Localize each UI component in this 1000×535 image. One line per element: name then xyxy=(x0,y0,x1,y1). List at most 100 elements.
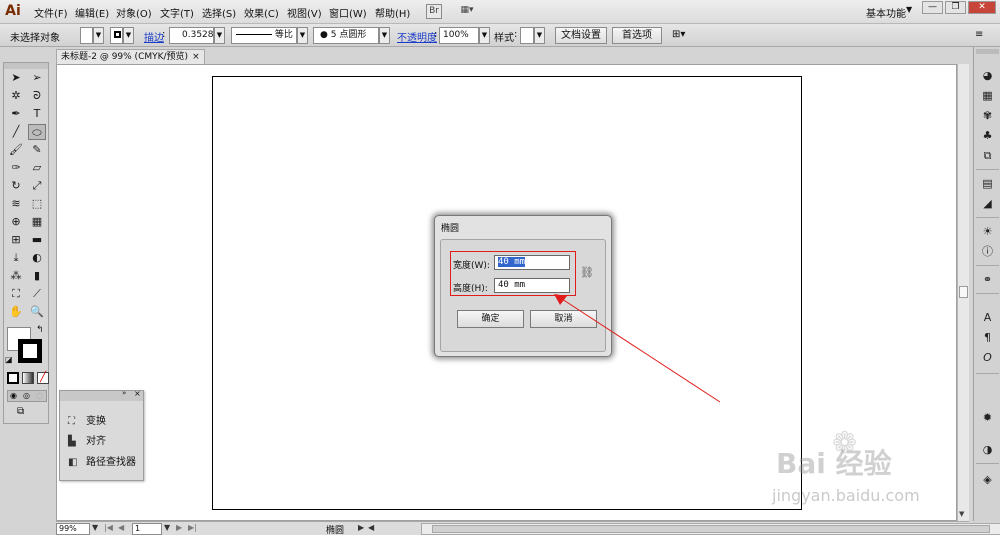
horizontal-scroll-thumb[interactable] xyxy=(432,525,990,533)
color-panel-icon[interactable]: ✹ xyxy=(978,409,997,426)
symbol-sprayer-tool-icon[interactable]: ⁂ xyxy=(7,268,25,284)
profile-dropdown[interactable]: ▼ xyxy=(297,27,308,44)
swap-fill-stroke-icon[interactable]: ↰ xyxy=(36,325,44,335)
artboard-dropdown-icon[interactable]: ▼ xyxy=(164,523,170,532)
close-panel-icon[interactable]: × xyxy=(134,389,141,398)
gradient-mode-icon[interactable] xyxy=(22,372,34,384)
artboard-tool-icon[interactable]: ⛶ xyxy=(7,286,25,302)
stroke-panel-link[interactable]: 描边 xyxy=(144,29,164,44)
width-tool-icon[interactable]: ≋ xyxy=(7,196,25,212)
symbols-icon[interactable]: ♣ xyxy=(978,127,997,144)
stroke-dropdown[interactable]: ▼ xyxy=(123,27,134,44)
stroke-weight-dropdown[interactable]: ▼ xyxy=(214,27,225,44)
workspace-switcher[interactable]: 基本功能 xyxy=(866,5,906,20)
lasso-tool-icon[interactable]: ᘐ xyxy=(28,88,46,104)
arrange-documents-button[interactable]: ▦▾ xyxy=(456,4,478,19)
info-icon[interactable]: ⓘ xyxy=(978,243,997,260)
chevron-down-icon[interactable]: ▼ xyxy=(906,5,912,14)
shape-builder-tool-icon[interactable]: ⊕ xyxy=(7,214,25,230)
first-artboard-icon[interactable]: |◀ xyxy=(104,523,113,532)
layers-icon[interactable]: ◈ xyxy=(978,471,997,488)
cancel-button[interactable]: 取消 xyxy=(530,310,597,328)
menu-help[interactable]: 帮助(H) xyxy=(375,5,410,20)
color-mode-icon[interactable] xyxy=(7,372,19,384)
stroke-panel-icon[interactable]: ▤ xyxy=(978,175,997,192)
menu-view[interactable]: 视图(V) xyxy=(287,5,322,20)
isolate-object-icon[interactable]: ⊞▾ xyxy=(672,29,685,40)
color-guide-icon[interactable]: ◕ xyxy=(978,67,997,84)
document-setup-button[interactable]: 文档设置 xyxy=(555,27,607,44)
brushes-icon[interactable]: ✾ xyxy=(978,107,997,124)
swatches-icon[interactable]: ▦ xyxy=(978,87,997,104)
none-mode-icon[interactable]: ╱ xyxy=(37,372,49,384)
paintbrush-tool-icon[interactable]: 🖌 xyxy=(7,142,25,158)
column-graph-tool-icon[interactable]: ▮ xyxy=(28,268,46,284)
vertical-scroll-thumb[interactable] xyxy=(959,286,968,298)
previous-artboard-icon[interactable]: ◀ xyxy=(118,523,124,532)
menu-effect[interactable]: 效果(C) xyxy=(244,5,279,20)
floating-panel-header[interactable]: » × xyxy=(60,389,143,401)
ok-button[interactable]: 确定 xyxy=(457,310,524,328)
line-tool-icon[interactable]: ╱ xyxy=(7,124,25,140)
preferences-button[interactable]: 首选项 xyxy=(612,27,662,44)
opacity-panel-link[interactable]: 不透明度 xyxy=(397,29,437,44)
bridge-button[interactable]: Br xyxy=(426,4,442,19)
artboard-number-field[interactable]: 1 xyxy=(132,523,162,535)
hand-tool-icon[interactable]: ✋ xyxy=(7,304,25,320)
ellipse-tool-icon[interactable]: ⬭ xyxy=(28,124,46,140)
variable-width-profile[interactable]: 等比 xyxy=(231,27,297,44)
restore-button[interactable]: ❐ xyxy=(945,1,966,14)
selection-tool-icon[interactable]: ➤ xyxy=(7,70,25,86)
character-icon[interactable]: A xyxy=(978,309,997,326)
align-panel-item[interactable]: ▙ 对齐 xyxy=(68,432,106,447)
slice-tool-icon[interactable]: ⟋ xyxy=(28,286,46,302)
transform-panel-item[interactable]: ⛶ 变换 xyxy=(68,412,106,427)
brush-definition[interactable]: ● 5 点圆形 xyxy=(313,27,379,44)
brush-dropdown[interactable]: ▼ xyxy=(379,27,390,44)
pathfinder-panel-item[interactable]: ◧ 路径查找器 xyxy=(68,453,136,468)
next-artboard-icon[interactable]: ▶ xyxy=(176,523,182,532)
draw-behind-icon[interactable]: ◎ xyxy=(23,391,30,400)
collapse-icon[interactable]: » xyxy=(122,389,126,397)
zoom-tool-icon[interactable]: 🔍 xyxy=(28,304,46,320)
fill-swatch[interactable] xyxy=(80,27,93,44)
fill-dropdown[interactable]: ▼ xyxy=(93,27,104,44)
free-transform-tool-icon[interactable]: ⬚ xyxy=(28,196,46,212)
stroke-color-swatch[interactable] xyxy=(18,339,42,363)
magic-wand-tool-icon[interactable]: ✲ xyxy=(7,88,25,104)
perspective-grid-tool-icon[interactable]: ▦ xyxy=(28,214,46,230)
eraser-tool-icon[interactable]: ▱ xyxy=(28,160,46,176)
menu-edit[interactable]: 编辑(E) xyxy=(75,5,109,20)
close-window-button[interactable]: ✕ xyxy=(968,1,996,14)
panel-menu-icon[interactable]: ≡ xyxy=(975,29,983,40)
menu-file[interactable]: 文件(F) xyxy=(34,5,68,20)
links-icon[interactable]: ⚭ xyxy=(978,271,997,288)
stroke-swatch[interactable] xyxy=(110,27,123,44)
last-artboard-icon[interactable]: ▶| xyxy=(188,523,197,532)
screen-mode-icon[interactable]: ⧉ xyxy=(17,406,24,417)
opentype-icon[interactable]: O xyxy=(978,349,997,366)
draw-inside-icon[interactable]: ◌ xyxy=(36,391,43,400)
transparency-icon[interactable]: ◑ xyxy=(978,441,997,458)
blend-tool-icon[interactable]: ◐ xyxy=(28,250,46,266)
tools-panel-header[interactable] xyxy=(4,63,48,69)
pen-tool-icon[interactable]: ✒ xyxy=(7,106,25,122)
horizontal-scrollbar[interactable] xyxy=(421,523,1000,535)
opacity-dropdown[interactable]: ▼ xyxy=(479,27,490,44)
stroke-weight-field[interactable]: 0.3528 xyxy=(169,27,214,44)
pencil-tool-icon[interactable]: ✎ xyxy=(28,142,46,158)
minimize-button[interactable]: — xyxy=(922,1,943,14)
menu-type[interactable]: 文字(T) xyxy=(160,5,194,20)
status-menu-icon[interactable]: ▶ xyxy=(358,523,364,532)
appearance-icon[interactable]: ☀ xyxy=(978,223,997,240)
blob-brush-tool-icon[interactable]: ✑ xyxy=(7,160,25,176)
scroll-left-icon[interactable]: ◀ xyxy=(368,523,374,532)
menu-select[interactable]: 选择(S) xyxy=(202,5,236,20)
artboards-icon[interactable]: ⧉ xyxy=(978,147,997,164)
default-fill-stroke-icon[interactable]: ◪ xyxy=(5,355,13,364)
opacity-field[interactable]: 100% xyxy=(439,27,479,44)
menu-object[interactable]: 对象(O) xyxy=(116,5,152,20)
mesh-tool-icon[interactable]: ⊞ xyxy=(7,232,25,248)
draw-normal-icon[interactable]: ◉ xyxy=(10,391,17,400)
menu-window[interactable]: 窗口(W) xyxy=(329,5,367,20)
